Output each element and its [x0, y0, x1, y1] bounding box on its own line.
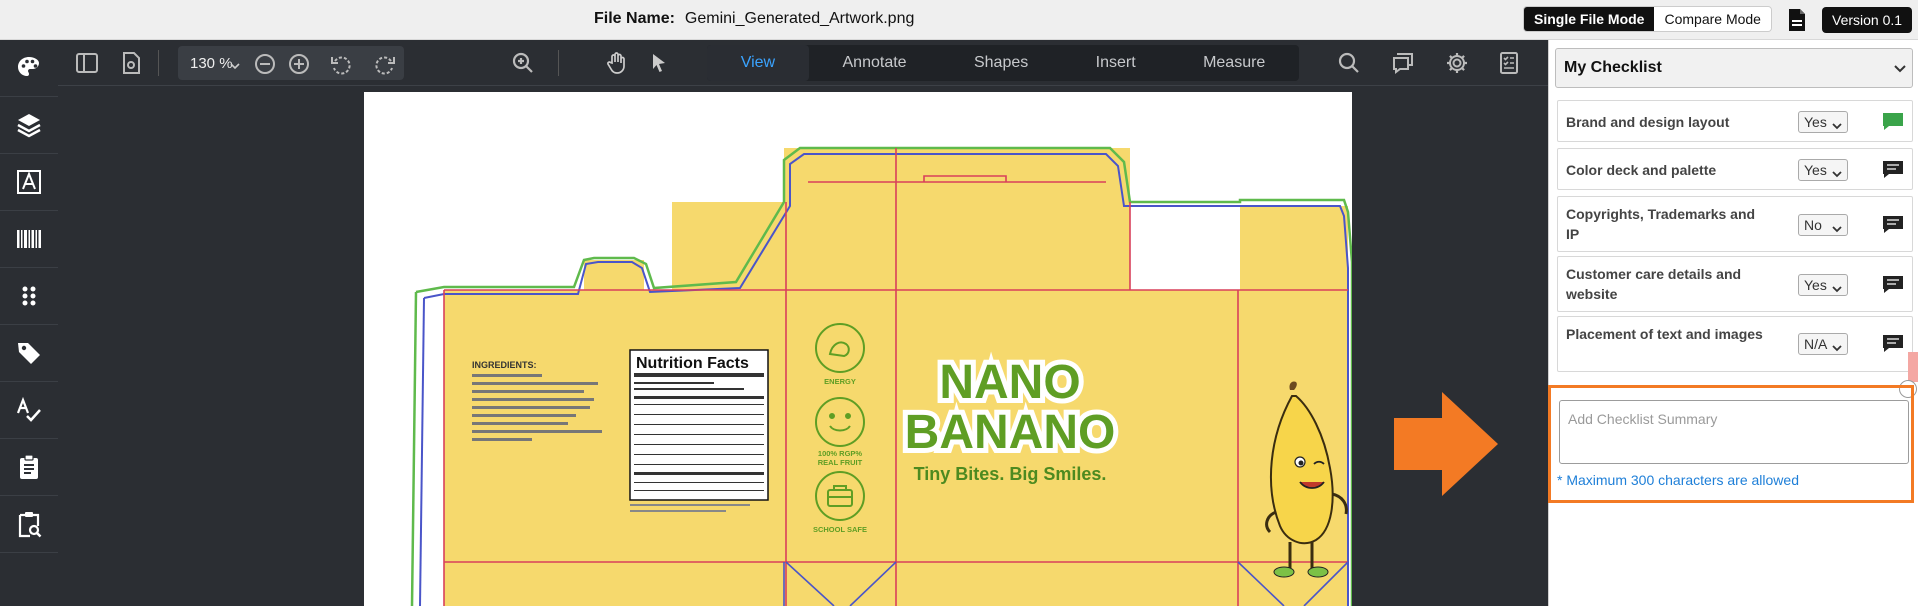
comment-icon[interactable] [1882, 275, 1904, 295]
checklist-item-select[interactable]: Yes [1798, 159, 1848, 181]
checklist-item-label: Placement of text and images [1566, 326, 1763, 342]
brand-name-line-1: NANO [939, 356, 1080, 409]
file-name-display: File Name: Gemini_Generated_Artwork.png [594, 10, 914, 28]
energy-label: ENERGY [824, 377, 856, 386]
checklist-item: Customer care details and website Yes [1557, 256, 1913, 312]
top-bar: File Name: Gemini_Generated_Artwork.png S… [0, 0, 1918, 40]
checklist-icon[interactable] [1496, 50, 1522, 76]
checklist-item: Color deck and palette Yes [1557, 148, 1913, 190]
zoom-out-icon[interactable] [254, 53, 276, 80]
checklist-item-select[interactable]: No [1798, 214, 1848, 236]
checklist-item-label: Copyrights, Trademarks and IP [1566, 206, 1756, 242]
checklist-item-select[interactable]: N/A [1798, 333, 1848, 355]
grid-dots-icon[interactable] [0, 268, 58, 325]
real-fruit-label-2: REAL FRUIT [818, 458, 863, 467]
nutrition-facts-title: Nutrition Facts [636, 355, 749, 372]
main-toolbar: 130 % View Annotate Shapes Insert Measur… [58, 40, 1548, 86]
tag-icon[interactable] [0, 325, 58, 382]
comment-icon[interactable] [1882, 334, 1904, 354]
checklist-summary-input[interactable] [1559, 400, 1909, 464]
single-file-mode-button[interactable]: Single File Mode [1524, 7, 1655, 31]
clipboard-icon[interactable] [0, 439, 58, 496]
tab-view[interactable]: View [707, 45, 809, 81]
brand-name-line-2: BANANO [905, 406, 1116, 459]
checklist-item: Placement of text and images N/A [1557, 316, 1913, 372]
text-icon[interactable] [0, 154, 58, 211]
checklist-item-label: Customer care details and website [1566, 266, 1742, 302]
checklist-panel: My Checklist Brand and design layout Yes… [1548, 40, 1918, 606]
version-badge: Version 0.1 [1822, 7, 1913, 33]
spellcheck-icon[interactable] [0, 382, 58, 439]
chevron-down-icon [1832, 281, 1842, 297]
barcode-icon[interactable] [0, 211, 58, 268]
checklist-title: My Checklist [1564, 59, 1662, 76]
comment-icon[interactable] [1882, 112, 1904, 132]
brand-tagline: Tiny Bites. Big Smiles. [914, 464, 1107, 484]
clipboard-search-icon[interactable] [0, 496, 58, 553]
tab-shapes[interactable]: Shapes [940, 45, 1062, 81]
checklist-item-select[interactable]: Yes [1798, 274, 1848, 296]
packaging-dieline: INGREDIENTS: Nutrition Facts ENERGY 100%… [410, 146, 1354, 606]
checklist-dropdown[interactable]: My Checklist [1555, 48, 1913, 88]
tab-insert[interactable]: Insert [1062, 45, 1169, 81]
checklist-item: Copyrights, Trademarks and IP No [1557, 196, 1913, 252]
panel-scroll-tab[interactable] [1908, 352, 1918, 382]
ingredients-heading: INGREDIENTS: [472, 360, 537, 370]
file-name-label: File Name: [594, 10, 675, 27]
compare-mode-button[interactable]: Compare Mode [1654, 7, 1771, 31]
chevron-down-icon[interactable] [230, 58, 240, 76]
checklist-item: Brand and design layout Yes [1557, 100, 1913, 142]
chevron-down-icon [1832, 340, 1842, 356]
tab-measure[interactable]: Measure [1169, 45, 1299, 81]
orange-arrow-annotation [1394, 392, 1498, 496]
chevron-down-icon[interactable] [1894, 61, 1906, 79]
zoom-value[interactable]: 130 % [190, 55, 233, 72]
chevron-down-icon [1832, 166, 1842, 182]
checklist-item-label: Brand and design layout [1566, 114, 1730, 130]
rotate-right-icon[interactable] [374, 53, 396, 80]
left-rail [0, 40, 58, 606]
real-fruit-label-1: 100% RGP% [818, 449, 863, 458]
magnify-icon[interactable] [510, 50, 536, 76]
comments-icon[interactable] [1390, 50, 1416, 76]
summary-highlight-box: * Maximum 300 characters are allowed [1548, 385, 1914, 503]
artwork-page: INGREDIENTS: Nutrition Facts ENERGY 100%… [364, 92, 1354, 606]
checklist-item-select[interactable]: Yes [1798, 111, 1848, 133]
chevron-down-icon [1832, 118, 1842, 134]
tab-annotate[interactable]: Annotate [809, 45, 940, 81]
zoom-control: 130 % [178, 46, 404, 80]
search-icon[interactable] [1336, 50, 1362, 76]
document-icon[interactable] [1787, 8, 1807, 32]
rotate-left-icon[interactable] [330, 53, 352, 80]
summary-char-limit-note: * Maximum 300 characters are allowed [1557, 472, 1799, 488]
zoom-in-icon[interactable] [288, 53, 310, 80]
palette-icon[interactable] [0, 40, 58, 97]
gear-icon[interactable] [1444, 50, 1470, 76]
comment-icon[interactable] [1882, 160, 1904, 180]
chevron-down-icon [1832, 221, 1842, 237]
select-pointer-icon[interactable] [646, 50, 672, 76]
checklist-item-label: Color deck and palette [1566, 162, 1717, 178]
mode-toggle: Single File Mode Compare Mode [1523, 6, 1772, 32]
layers-icon[interactable] [0, 97, 58, 154]
sidebar-toggle-icon[interactable] [74, 50, 100, 76]
comment-icon[interactable] [1882, 215, 1904, 235]
school-safe-label: SCHOOL SAFE [813, 525, 867, 534]
file-name-value: Gemini_Generated_Artwork.png [684, 10, 915, 27]
pan-hand-icon[interactable] [604, 50, 630, 76]
document-canvas[interactable]: INGREDIENTS: Nutrition Facts ENERGY 100%… [58, 86, 1548, 606]
file-settings-icon[interactable] [118, 50, 144, 76]
mode-tabs: View Annotate Shapes Insert Measure [707, 45, 1299, 81]
